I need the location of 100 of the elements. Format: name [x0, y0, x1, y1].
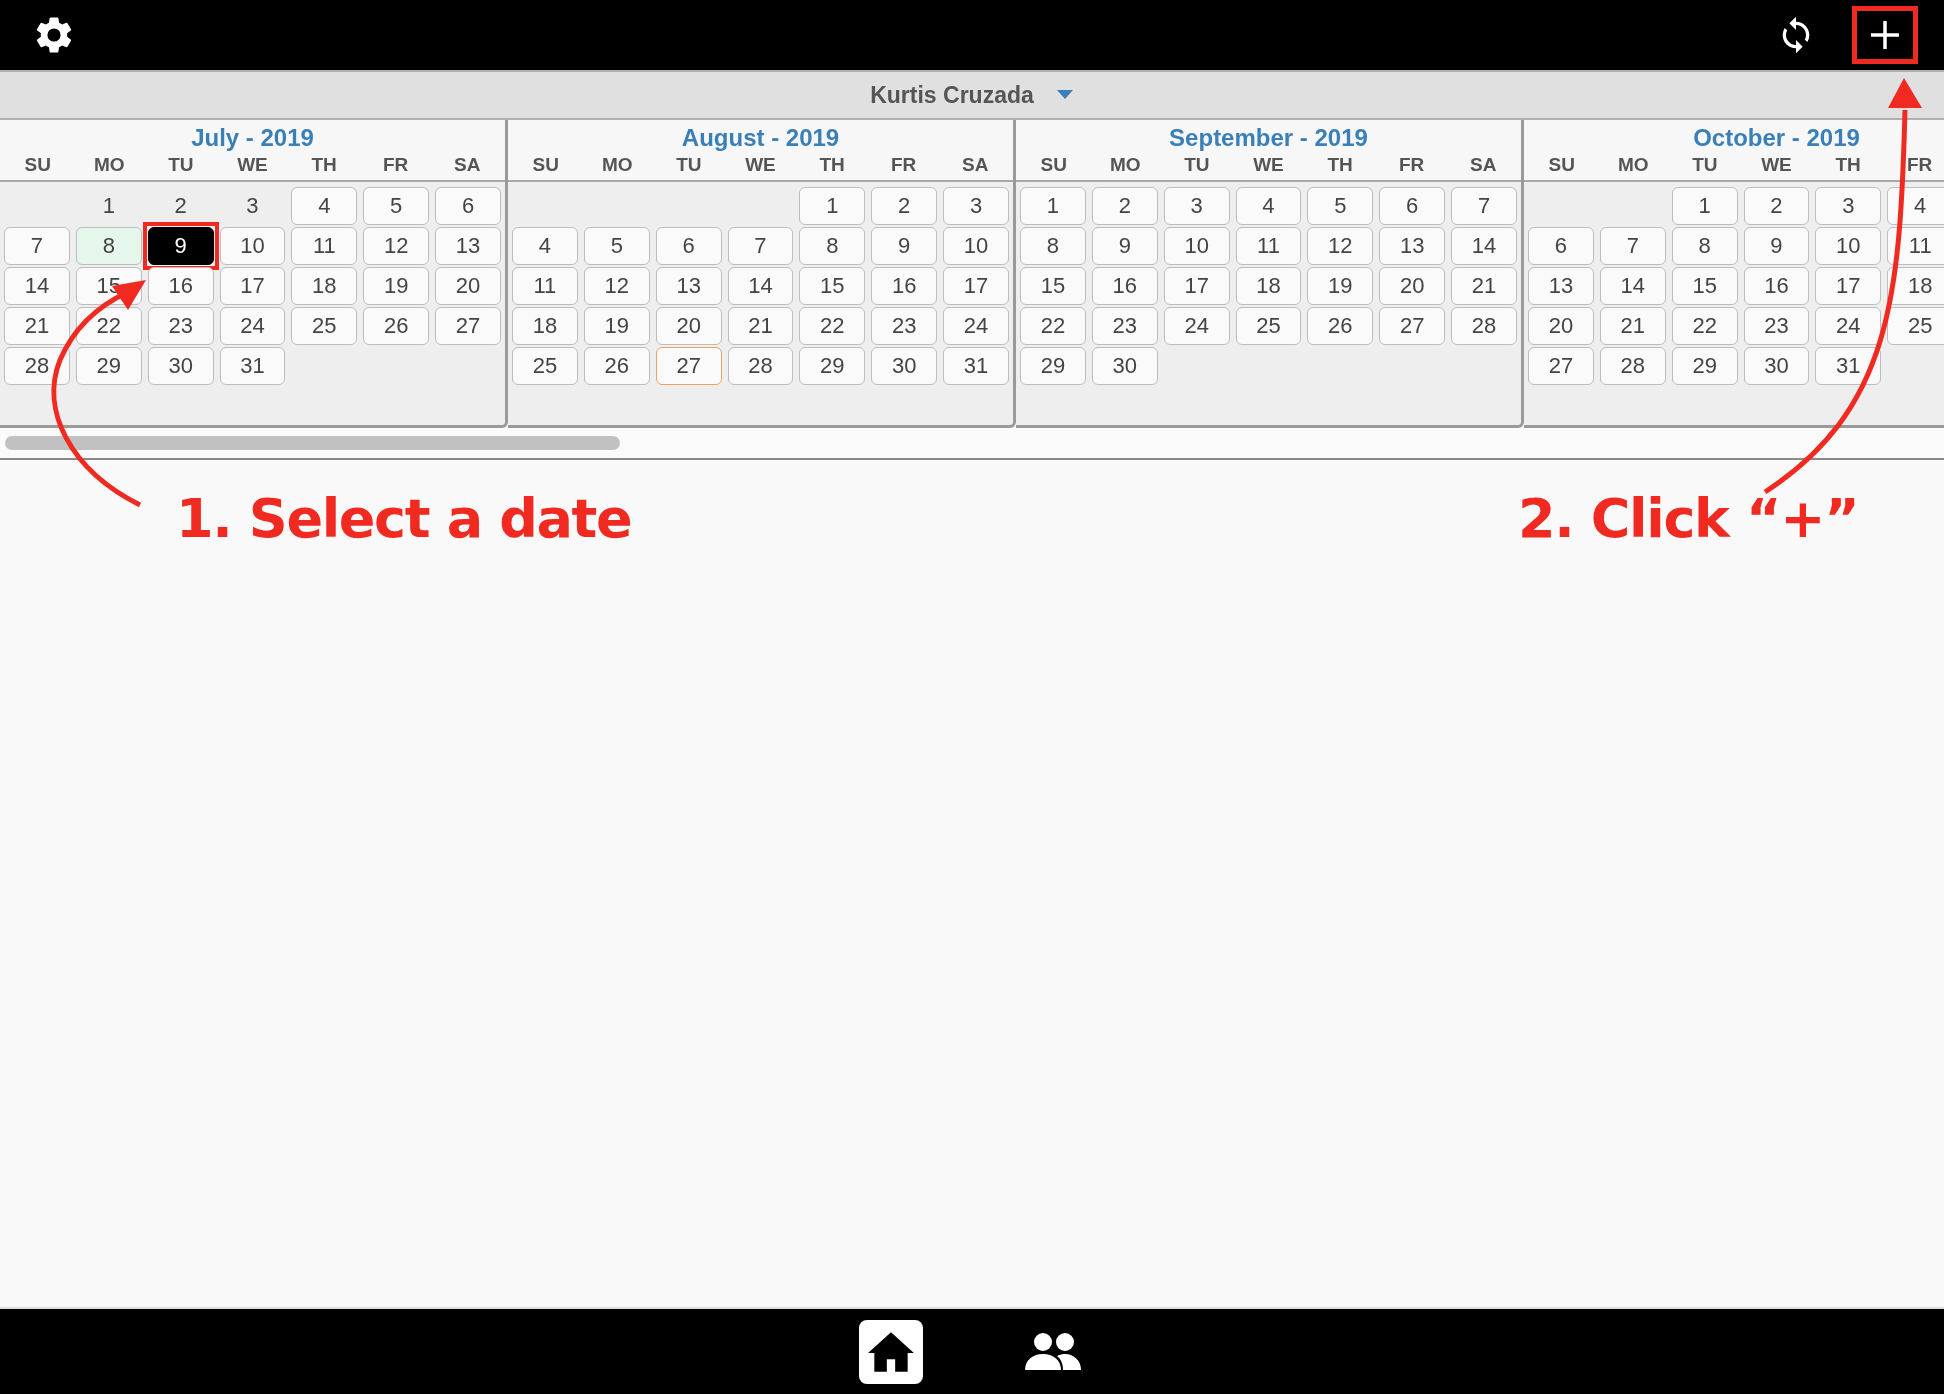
day-button[interactable]: 20: [655, 307, 722, 345]
day-button[interactable]: 24: [1163, 307, 1230, 345]
day-button[interactable]: 8: [799, 227, 866, 265]
day-button[interactable]: 13: [1379, 227, 1446, 265]
day-button[interactable]: 3: [219, 187, 286, 225]
day-button[interactable]: 16: [871, 267, 938, 305]
day-button[interactable]: 17: [219, 267, 286, 305]
day-button[interactable]: 31: [1815, 347, 1882, 385]
day-button[interactable]: 18: [291, 267, 358, 305]
day-button[interactable]: 29: [75, 347, 142, 385]
day-button[interactable]: 2: [871, 187, 938, 225]
nav-tab[interactable]: [859, 1319, 923, 1384]
day-button[interactable]: 7: [1451, 187, 1517, 225]
day-button[interactable]: 25: [512, 347, 578, 385]
day-button[interactable]: 25: [1235, 307, 1302, 345]
day-button[interactable]: 15: [1671, 267, 1738, 305]
day-button[interactable]: 23: [1743, 307, 1810, 345]
day-button[interactable]: 16: [1091, 267, 1158, 305]
user-dropdown[interactable]: Kurtis Cruzada: [870, 77, 1074, 113]
day-button[interactable]: 13: [435, 227, 501, 265]
day-button[interactable]: 23: [147, 307, 214, 345]
day-button[interactable]: 14: [1451, 227, 1517, 265]
day-button[interactable]: 14: [727, 267, 794, 305]
day-button[interactable]: 23: [871, 307, 938, 345]
day-button[interactable]: 21: [4, 307, 70, 345]
day-button[interactable]: 7: [727, 227, 794, 265]
day-button[interactable]: 13: [655, 267, 722, 305]
day-button[interactable]: 22: [1020, 307, 1086, 345]
day-button[interactable]: 21: [1599, 307, 1666, 345]
day-button[interactable]: 22: [1671, 307, 1738, 345]
day-button[interactable]: 27: [1528, 347, 1594, 385]
day-button[interactable]: 20: [435, 267, 501, 305]
day-button[interactable]: 6: [1528, 227, 1594, 265]
day-button[interactable]: 6: [1379, 187, 1446, 225]
day-button[interactable]: 31: [219, 347, 286, 385]
day-button[interactable]: 22: [799, 307, 866, 345]
day-button[interactable]: 1: [75, 187, 142, 225]
day-button[interactable]: 18: [1235, 267, 1302, 305]
day-button[interactable]: 27: [655, 347, 722, 385]
day-button[interactable]: 12: [1307, 227, 1374, 265]
day-button[interactable]: 10: [219, 227, 286, 265]
day-button[interactable]: 3: [1815, 187, 1882, 225]
day-button[interactable]: 30: [1091, 347, 1158, 385]
day-button[interactable]: 24: [1815, 307, 1882, 345]
day-button[interactable]: 5: [583, 227, 650, 265]
day-button[interactable]: 29: [1671, 347, 1738, 385]
day-button[interactable]: 4: [1887, 187, 1944, 225]
day-button[interactable]: 4: [291, 187, 358, 225]
day-button[interactable]: 31: [943, 347, 1009, 385]
day-button[interactable]: 11: [1235, 227, 1302, 265]
day-button[interactable]: 16: [1743, 267, 1810, 305]
day-button[interactable]: 28: [4, 347, 70, 385]
day-button[interactable]: 15: [799, 267, 866, 305]
day-button[interactable]: 1: [1020, 187, 1086, 225]
day-button[interactable]: 26: [363, 307, 430, 345]
day-button[interactable]: 28: [727, 347, 794, 385]
day-button[interactable]: 9: [1091, 227, 1158, 265]
day-button[interactable]: 27: [1379, 307, 1446, 345]
day-button[interactable]: 10: [1163, 227, 1230, 265]
day-button[interactable]: 11: [1887, 227, 1944, 265]
day-button[interactable]: 4: [1235, 187, 1302, 225]
day-button[interactable]: 20: [1379, 267, 1446, 305]
day-button[interactable]: 5: [363, 187, 430, 225]
day-button[interactable]: 9: [871, 227, 938, 265]
day-button[interactable]: 26: [1307, 307, 1374, 345]
day-button[interactable]: 29: [1020, 347, 1086, 385]
day-button[interactable]: 3: [943, 187, 1009, 225]
day-button[interactable]: 15: [1020, 267, 1086, 305]
day-button[interactable]: 2: [1743, 187, 1810, 225]
day-button[interactable]: 20: [1528, 307, 1594, 345]
day-button[interactable]: 16: [147, 267, 214, 305]
day-button[interactable]: 28: [1599, 347, 1666, 385]
day-button[interactable]: 13: [1528, 267, 1594, 305]
day-button[interactable]: 6: [435, 187, 501, 225]
day-button[interactable]: 1: [1671, 187, 1738, 225]
day-button[interactable]: 21: [727, 307, 794, 345]
day-button[interactable]: 7: [4, 227, 70, 265]
day-button[interactable]: 19: [583, 307, 650, 345]
day-button[interactable]: 11: [291, 227, 358, 265]
day-button[interactable]: 5: [1307, 187, 1374, 225]
day-button[interactable]: 18: [1887, 267, 1944, 305]
day-button[interactable]: 29: [799, 347, 866, 385]
day-button[interactable]: 3: [1163, 187, 1230, 225]
day-button[interactable]: 24: [943, 307, 1009, 345]
day-button[interactable]: 8: [75, 227, 142, 265]
day-button[interactable]: 9: [147, 227, 214, 265]
day-button[interactable]: 17: [1163, 267, 1230, 305]
day-button[interactable]: 7: [1599, 227, 1666, 265]
day-button[interactable]: 26: [583, 347, 650, 385]
day-button[interactable]: 6: [655, 227, 722, 265]
day-button[interactable]: 8: [1020, 227, 1086, 265]
day-button[interactable]: 27: [435, 307, 501, 345]
day-button[interactable]: 23: [1091, 307, 1158, 345]
day-button[interactable]: 30: [871, 347, 938, 385]
day-button[interactable]: 19: [363, 267, 430, 305]
day-button[interactable]: 2: [1091, 187, 1158, 225]
day-button[interactable]: 22: [75, 307, 142, 345]
day-button[interactable]: 30: [1743, 347, 1810, 385]
day-button[interactable]: 10: [1815, 227, 1882, 265]
day-button[interactable]: 17: [943, 267, 1009, 305]
